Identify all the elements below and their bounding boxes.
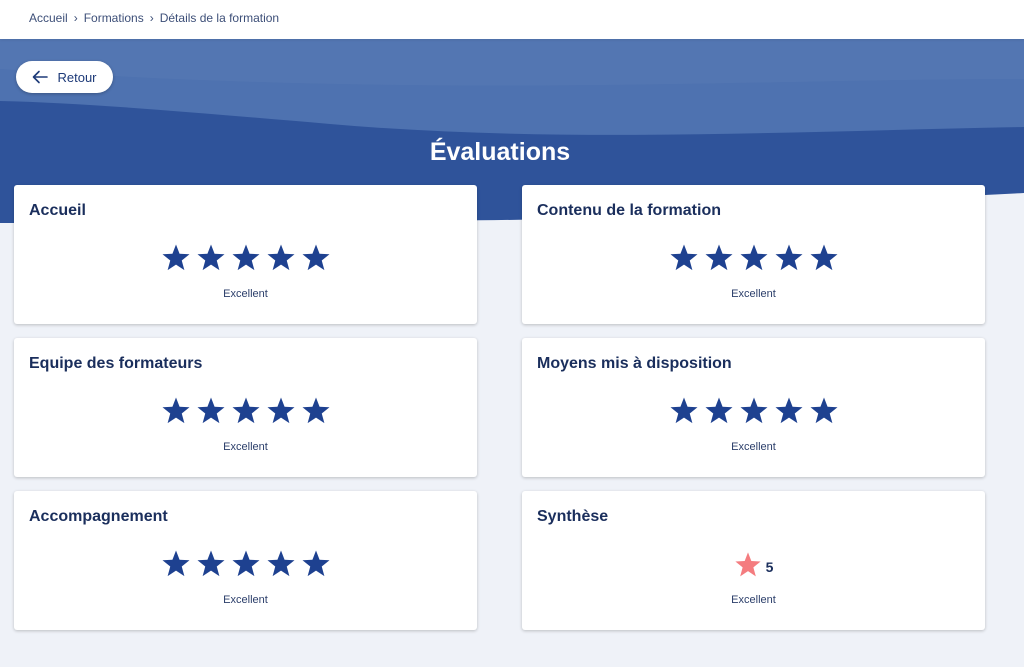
star-icon: [232, 244, 259, 271]
star-icon: [302, 244, 329, 271]
star-icon: [267, 397, 294, 424]
star-icon: [197, 397, 224, 424]
back-button[interactable]: Retour: [16, 61, 113, 93]
summary-score-value: 5: [765, 559, 774, 575]
rating-label: Excellent: [731, 441, 776, 453]
star-icon: [162, 397, 189, 424]
star-icon: [705, 244, 732, 271]
card-title: Moyens mis à disposition: [537, 355, 732, 372]
star-icon: [810, 244, 837, 271]
evaluation-card-contenu: Contenu de la formation Excellent: [522, 185, 985, 324]
back-button-label: Retour: [57, 69, 97, 85]
star-icon: [302, 397, 329, 424]
breadcrumb-details: Détails de la formation: [159, 11, 280, 25]
top-bar: Accueil › Formations › Détails de la for…: [0, 0, 1024, 39]
star-icon: [267, 550, 294, 577]
star-icon: [775, 397, 802, 424]
rating-label: Excellent: [223, 288, 268, 300]
breadcrumb: Accueil › Formations › Détails de la for…: [29, 11, 279, 25]
star-icon: [734, 552, 761, 577]
chevron-right-icon: ›: [149, 11, 154, 25]
star-icon: [810, 397, 837, 424]
star-icon: [232, 550, 259, 577]
card-title: Accompagnement: [29, 508, 168, 525]
star-rating: [14, 243, 477, 273]
arrow-left-icon: [32, 70, 49, 84]
star-icon: [670, 397, 697, 424]
card-title: Synthèse: [537, 508, 609, 525]
card-title: Contenu de la formation: [537, 202, 721, 219]
evaluation-card-accueil: Accueil Excellent: [14, 185, 477, 324]
star-icon: [162, 244, 189, 271]
star-rating: [522, 243, 985, 273]
breadcrumb-accueil[interactable]: Accueil: [29, 11, 68, 25]
star-rating: [14, 396, 477, 426]
page-title: Évaluations: [429, 138, 571, 166]
rating-label: Excellent: [223, 441, 268, 453]
evaluation-card-moyens: Moyens mis à disposition Excellent: [522, 338, 985, 477]
card-title: Equipe des formateurs: [29, 355, 203, 372]
card-title: Accueil: [29, 202, 86, 219]
star-icon: [740, 397, 767, 424]
chevron-right-icon: ›: [73, 11, 78, 25]
rating-label: Excellent: [731, 288, 776, 300]
star-icon: [775, 244, 802, 271]
star-icon: [740, 244, 767, 271]
summary-score: 5: [522, 551, 985, 579]
evaluation-card-accompagnement: Accompagnement Excellent: [14, 491, 477, 630]
star-icon: [267, 244, 294, 271]
star-icon: [197, 244, 224, 271]
rating-label: Excellent: [223, 594, 268, 606]
rating-label: Excellent: [731, 594, 776, 606]
star-rating: [522, 396, 985, 426]
star-icon: [670, 244, 697, 271]
star-icon: [162, 550, 189, 577]
evaluation-card-equipe: Equipe des formateurs Excellent: [14, 338, 477, 477]
star-icon: [232, 397, 259, 424]
evaluation-card-synthese: Synthèse 5 Excellent: [522, 491, 985, 630]
star-icon: [197, 550, 224, 577]
star-icon: [302, 550, 329, 577]
breadcrumb-formations[interactable]: Formations: [84, 11, 144, 25]
star-icon: [705, 397, 732, 424]
star-rating: [14, 549, 477, 579]
